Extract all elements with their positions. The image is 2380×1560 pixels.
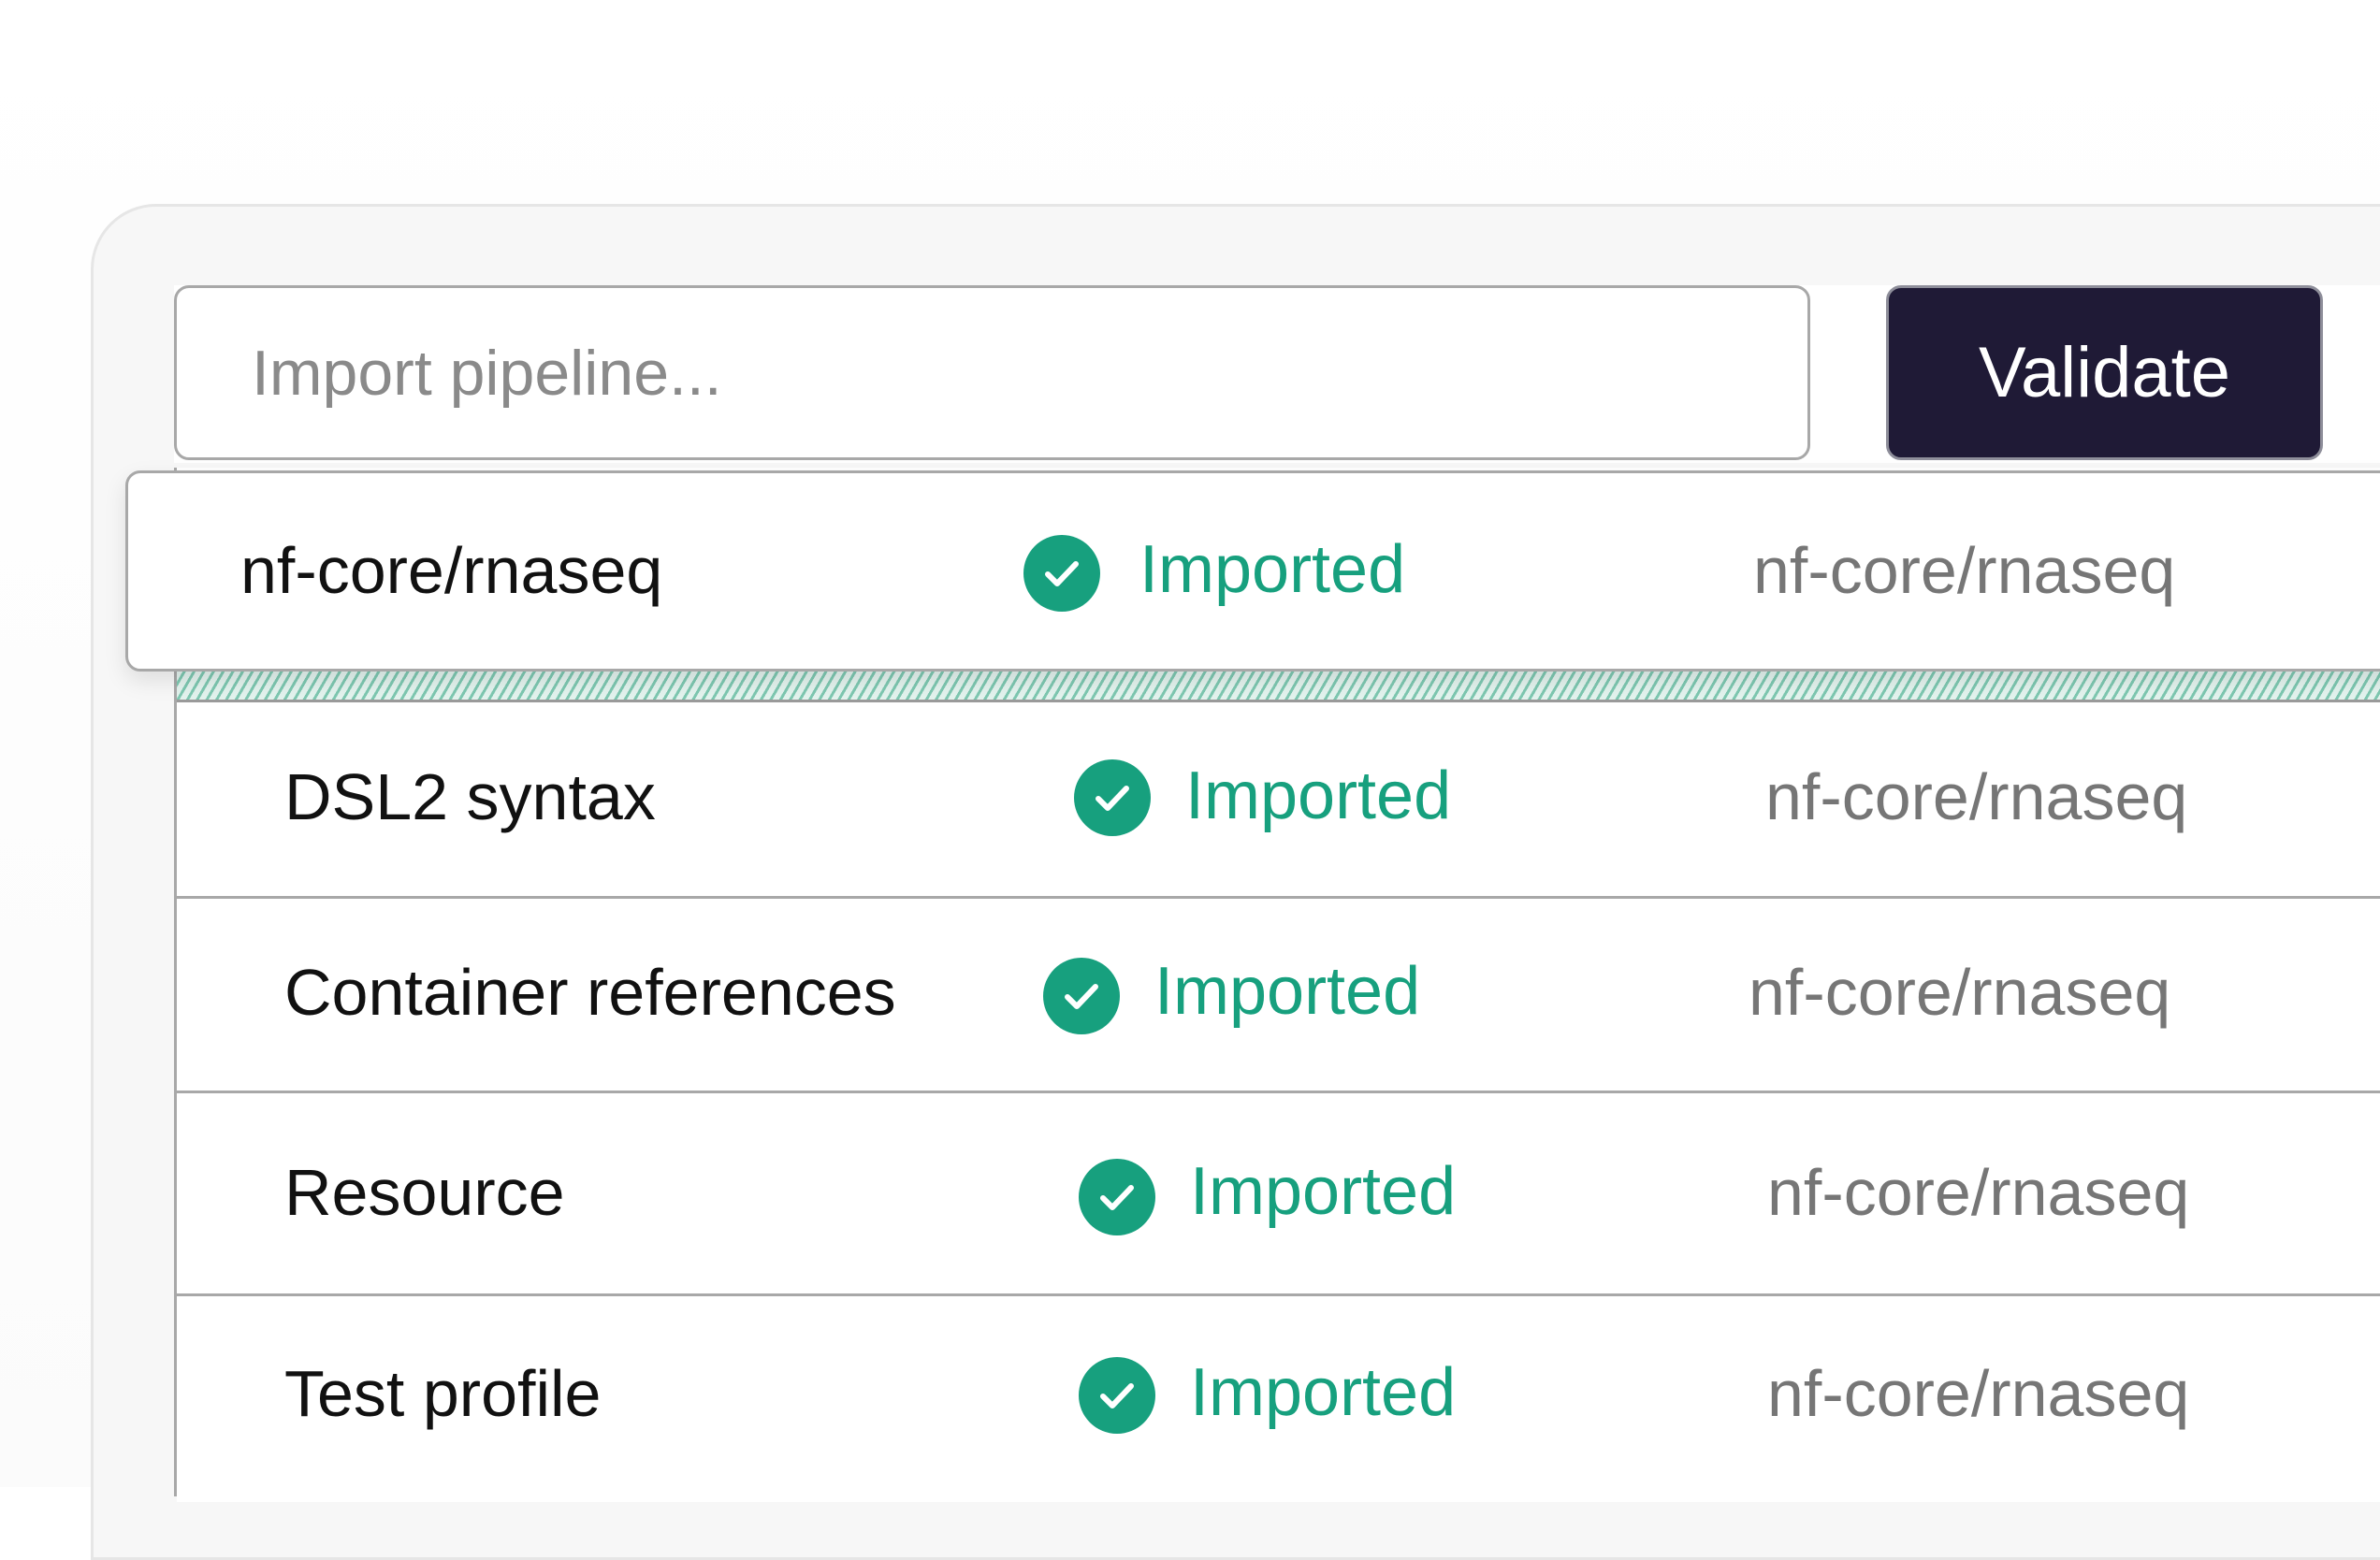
item-name: nf-core/rnaseq — [240, 534, 663, 607]
check-circle-icon — [1074, 759, 1151, 836]
status-label: Imported — [1154, 954, 1421, 1029]
list-item[interactable]: Container references Imported nf-core/rn… — [177, 899, 2380, 1093]
list-item[interactable]: Test profile Imported nf-core/rnaseq — [177, 1296, 2380, 1502]
list-item[interactable]: DSL2 syntax Imported nf-core/rnaseq — [177, 700, 2380, 899]
source-label: nf-core/rnaseq — [1767, 1156, 2190, 1229]
check-circle-icon — [1079, 1159, 1155, 1235]
source-label: nf-core/rnaseq — [1765, 760, 2188, 833]
validate-button[interactable]: Validate — [1886, 285, 2323, 460]
status-label: Imported — [1190, 1355, 1457, 1430]
source-label: nf-core/rnaseq — [1749, 956, 2171, 1029]
check-circle-icon — [1079, 1357, 1155, 1434]
status-label: Imported — [1139, 532, 1406, 607]
status-label: Imported — [1190, 1154, 1457, 1229]
item-name: DSL2 syntax — [284, 760, 656, 833]
check-circle-icon — [1023, 535, 1100, 612]
list-item-selected[interactable]: nf-core/rnaseq Imported nf-core/rnaseq — [125, 470, 2380, 672]
list-item[interactable]: Resource Imported nf-core/rnaseq — [177, 1093, 2380, 1296]
item-name: Test profile — [284, 1357, 602, 1430]
check-circle-icon — [1043, 958, 1120, 1034]
drop-indicator — [177, 672, 2380, 702]
item-name: Resource — [284, 1156, 565, 1229]
import-pipeline-input[interactable] — [174, 285, 1810, 460]
source-label: nf-core/rnaseq — [1753, 534, 2176, 607]
source-label: nf-core/rnaseq — [1767, 1357, 2190, 1430]
item-name: Container references — [284, 956, 896, 1029]
status-label: Imported — [1185, 758, 1452, 833]
